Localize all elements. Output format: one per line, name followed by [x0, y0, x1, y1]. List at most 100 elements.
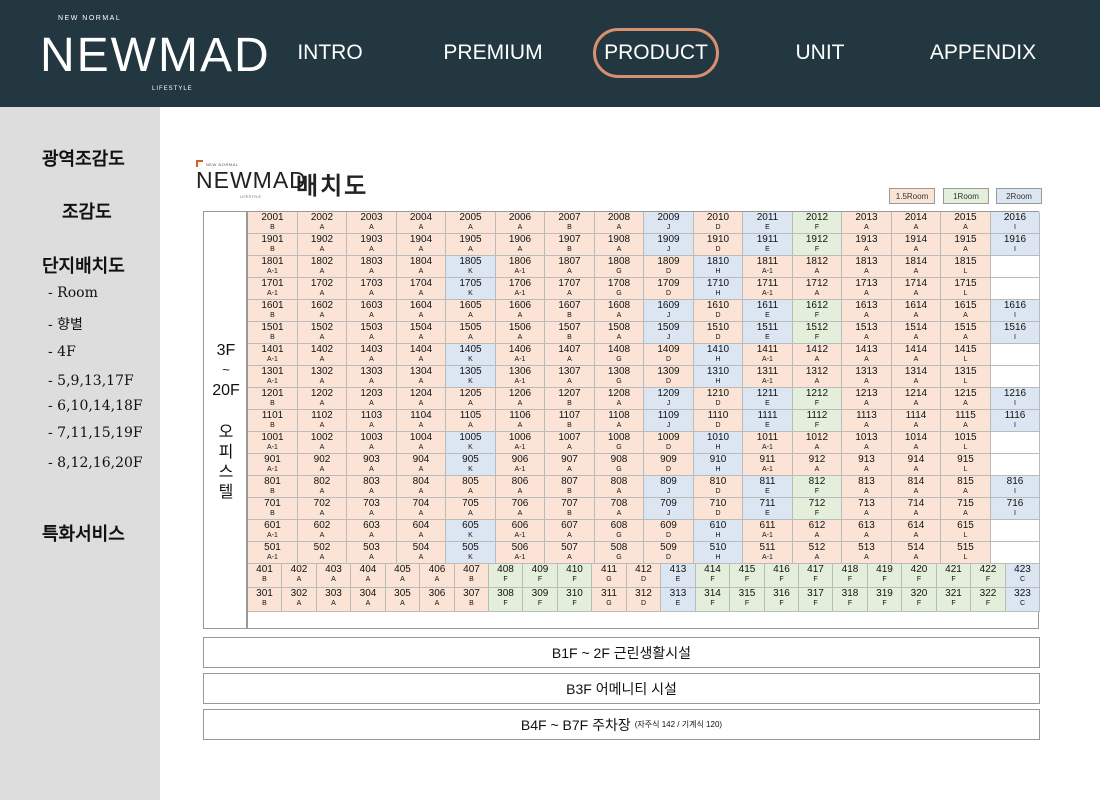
unit-cell-801[interactable]: 801 B [248, 476, 298, 498]
unit-cell-1205[interactable]: 1205 A [446, 388, 496, 410]
unit-cell-1214[interactable]: 1214 A [892, 388, 941, 410]
unit-cell-615[interactable]: 615 L [941, 520, 991, 542]
unit-cell-1713[interactable]: 1713 A [842, 278, 892, 300]
unit-cell-1512[interactable]: 1512 F [793, 322, 842, 344]
unit-cell-1511[interactable]: 1511 E [743, 322, 793, 344]
unit-cell-1612[interactable]: 1612 F [793, 300, 842, 322]
unit-cell-1115[interactable]: 1115 A [941, 410, 991, 432]
unit-cell-605[interactable]: 605 K [446, 520, 496, 542]
unit-cell-1105[interactable]: 1105 A [446, 410, 496, 432]
unit-cell-412[interactable]: 412 D [627, 564, 661, 588]
sidebar-item-aerial[interactable]: 조감도 [62, 198, 112, 224]
unit-cell-1905[interactable]: 1905 A [446, 234, 496, 256]
unit-cell-1507[interactable]: 1507 B [545, 322, 595, 344]
unit-cell-505[interactable]: 505 K [446, 542, 496, 564]
unit-cell-811[interactable]: 811 E [743, 476, 793, 498]
unit-cell-1514[interactable]: 1514 A [892, 322, 941, 344]
unit-cell-1510[interactable]: 1510 D [694, 322, 743, 344]
unit-cell-502[interactable]: 502 A [298, 542, 347, 564]
unit-cell-707[interactable]: 707 B [545, 498, 595, 520]
unit-cell-1903[interactable]: 1903 A [347, 234, 397, 256]
unit-cell-1004[interactable]: 1004 A [397, 432, 446, 454]
unit-cell-1304[interactable]: 1304 A [397, 366, 446, 388]
unit-cell-1401[interactable]: 1401 A-1 [248, 344, 298, 366]
unit-cell-1812[interactable]: 1812 A [793, 256, 842, 278]
unit-cell-806[interactable]: 806 A [496, 476, 545, 498]
unit-cell-1407[interactable]: 1407 A [545, 344, 595, 366]
unit-cell-514[interactable]: 514 A [892, 542, 941, 564]
unit-cell-2009[interactable]: 2009 J [644, 212, 694, 234]
unit-cell-701[interactable]: 701 B [248, 498, 298, 520]
unit-cell-712[interactable]: 712 F [793, 498, 842, 520]
sidebar-sub-room[interactable]: - Room [48, 285, 98, 301]
unit-cell-510[interactable]: 510 H [694, 542, 743, 564]
unit-cell-1210[interactable]: 1210 D [694, 388, 743, 410]
unit-cell-1414[interactable]: 1414 A [892, 344, 941, 366]
unit-cell-1013[interactable]: 1013 A [842, 432, 892, 454]
unit-cell-1915[interactable]: 1915 A [941, 234, 991, 256]
unit-cell-1412[interactable]: 1412 A [793, 344, 842, 366]
unit-cell-1104[interactable]: 1104 A [397, 410, 446, 432]
unit-cell-1201[interactable]: 1201 B [248, 388, 298, 410]
brand-logo[interactable]: NEW NORMAL NEWMAD LIFESTYLE [40, 14, 269, 94]
unit-cell-404[interactable]: 404 A [351, 564, 386, 588]
unit-cell-705[interactable]: 705 A [446, 498, 496, 520]
unit-cell-816[interactable]: 816 I [991, 476, 1040, 498]
unit-cell-1202[interactable]: 1202 A [298, 388, 347, 410]
unit-cell-402[interactable]: 402 A [282, 564, 317, 588]
unit-cell-1206[interactable]: 1206 A [496, 388, 545, 410]
unit-cell-422[interactable]: 422 F [971, 564, 1006, 588]
unit-cell-604[interactable]: 604 A [397, 520, 446, 542]
unit-cell-317[interactable]: 317 F [799, 588, 833, 612]
unit-cell-1705[interactable]: 1705 K [446, 278, 496, 300]
unit-cell-1415[interactable]: 1415 L [941, 344, 991, 366]
unit-cell-320[interactable]: 320 F [902, 588, 937, 612]
unit-cell-1111[interactable]: 1111 E [743, 410, 793, 432]
unit-cell-512[interactable]: 512 A [793, 542, 842, 564]
unit-cell-314[interactable]: 314 F [696, 588, 730, 612]
unit-cell-2003[interactable]: 2003 A [347, 212, 397, 234]
unit-cell-1911[interactable]: 1911 E [743, 234, 793, 256]
unit-cell-2005[interactable]: 2005 A [446, 212, 496, 234]
nav-product[interactable]: PRODUCT [593, 28, 719, 78]
unit-cell-312[interactable]: 312 D [627, 588, 661, 612]
unit-cell-1301[interactable]: 1301 A-1 [248, 366, 298, 388]
unit-cell-403[interactable]: 403 A [317, 564, 351, 588]
unit-cell-1114[interactable]: 1114 A [892, 410, 941, 432]
unit-cell-714[interactable]: 714 A [892, 498, 941, 520]
unit-cell-1002[interactable]: 1002 A [298, 432, 347, 454]
unit-cell-602[interactable]: 602 A [298, 520, 347, 542]
unit-cell-1409[interactable]: 1409 D [644, 344, 694, 366]
unit-cell-1910[interactable]: 1910 D [694, 234, 743, 256]
unit-cell-1011[interactable]: 1011 A-1 [743, 432, 793, 454]
unit-cell-321[interactable]: 321 F [937, 588, 971, 612]
unit-cell-501[interactable]: 501 A-1 [248, 542, 298, 564]
nav-premium[interactable]: PREMIUM [436, 28, 550, 78]
unit-cell-1515[interactable]: 1515 A [941, 322, 991, 344]
unit-cell-901[interactable]: 901 A-1 [248, 454, 298, 476]
unit-cell-2007[interactable]: 2007 B [545, 212, 595, 234]
unit-cell-1601[interactable]: 1601 B [248, 300, 298, 322]
unit-cell-2004[interactable]: 2004 A [397, 212, 446, 234]
unit-cell-2013[interactable]: 2013 A [842, 212, 892, 234]
unit-cell-1302[interactable]: 1302 A [298, 366, 347, 388]
unit-cell-2001[interactable]: 2001 B [248, 212, 298, 234]
unit-cell-903[interactable]: 903 A [347, 454, 397, 476]
unit-cell-313[interactable]: 313 E [661, 588, 696, 612]
unit-cell-1711[interactable]: 1711 A-1 [743, 278, 793, 300]
unit-cell-1516[interactable]: 1516 I [991, 322, 1040, 344]
unit-cell-805[interactable]: 805 A [446, 476, 496, 498]
unit-cell-503[interactable]: 503 A [347, 542, 397, 564]
unit-cell-1506[interactable]: 1506 A [496, 322, 545, 344]
unit-cell-1208[interactable]: 1208 A [595, 388, 644, 410]
unit-cell-1706[interactable]: 1706 A-1 [496, 278, 545, 300]
unit-cell-1916[interactable]: 1916 I [991, 234, 1040, 256]
sidebar-item-special-services[interactable]: 특화서비스 [42, 520, 125, 546]
unit-cell-1309[interactable]: 1309 D [644, 366, 694, 388]
unit-cell-715[interactable]: 715 A [941, 498, 991, 520]
unit-cell-1606[interactable]: 1606 A [496, 300, 545, 322]
unit-cell-612[interactable]: 612 A [793, 520, 842, 542]
unit-cell-1701[interactable]: 1701 A-1 [248, 278, 298, 300]
unit-cell-1808[interactable]: 1808 G [595, 256, 644, 278]
sidebar-sub-5f[interactable]: - 5,9,13,17F [48, 373, 134, 389]
